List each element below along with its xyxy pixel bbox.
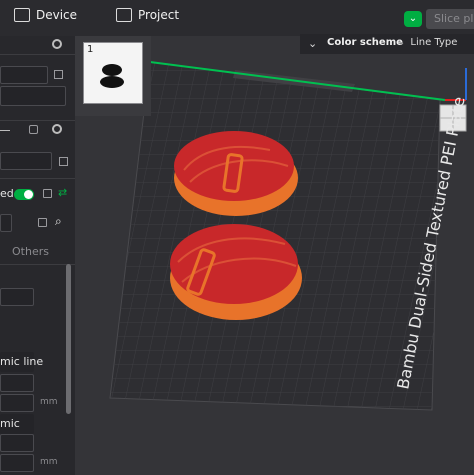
setting-input-5[interactable] bbox=[0, 454, 34, 472]
divider bbox=[0, 120, 75, 121]
color-scheme-bar: ⌄ Color scheme Line Type bbox=[300, 34, 474, 54]
advanced-toggle-label: ed bbox=[0, 187, 14, 200]
advanced-toggle[interactable] bbox=[14, 189, 34, 200]
setting-select-1-value: mic line bbox=[0, 355, 44, 368]
divider bbox=[0, 54, 75, 55]
color-scheme-label: Color scheme bbox=[327, 37, 403, 48]
tab-project[interactable]: Project bbox=[116, 8, 179, 22]
printer-settings-gear-icon[interactable] bbox=[52, 39, 62, 49]
divider bbox=[0, 264, 75, 265]
tab-device-label: Device bbox=[36, 8, 78, 22]
setting-input-3[interactable] bbox=[0, 394, 34, 412]
plate-type-select[interactable] bbox=[0, 86, 66, 106]
model-object-1[interactable] bbox=[174, 131, 298, 216]
model-object-2[interactable] bbox=[170, 224, 302, 320]
unit-label: mm bbox=[40, 457, 58, 467]
edit-printer-icon[interactable] bbox=[54, 70, 63, 79]
slice-plate-button[interactable]: Slice pla bbox=[426, 9, 474, 29]
divider bbox=[0, 178, 75, 179]
search-icon[interactable]: ⌕ bbox=[55, 214, 62, 229]
printer-select[interactable] bbox=[0, 66, 48, 84]
filament-select[interactable] bbox=[0, 152, 52, 170]
slice-dropdown-toggle[interactable]: ⌄ bbox=[404, 11, 422, 27]
tab-project-label: Project bbox=[138, 8, 180, 22]
unit-label: mm bbox=[40, 397, 58, 407]
plate-thumbnail[interactable]: 1 bbox=[83, 42, 143, 104]
device-icon bbox=[14, 8, 30, 22]
setting-select-1[interactable]: mic line bbox=[0, 352, 43, 372]
setting-input-2[interactable] bbox=[0, 374, 34, 392]
top-bar: Device Project ⌄ Slice pla bbox=[0, 0, 474, 37]
process-list-icon[interactable] bbox=[43, 189, 52, 198]
setting-input-4[interactable] bbox=[0, 434, 34, 452]
project-icon bbox=[116, 8, 132, 22]
setting-select-2-value: mic bbox=[0, 417, 20, 430]
setting-select-2[interactable]: mic bbox=[0, 414, 34, 434]
color-scheme-select[interactable]: Line Type bbox=[397, 37, 457, 48]
save-icon[interactable] bbox=[38, 218, 47, 227]
tab-device[interactable]: Device bbox=[14, 8, 77, 22]
filament-gear-icon[interactable] bbox=[52, 124, 62, 134]
filament-settings-icon[interactable] bbox=[29, 125, 38, 134]
tab-others[interactable]: Others bbox=[12, 245, 49, 258]
search-field[interactable] bbox=[0, 214, 12, 232]
edit-filament-icon[interactable] bbox=[59, 157, 68, 166]
plate-thumbnail-panel: 1 bbox=[75, 36, 151, 116]
collapse-dash-icon[interactable] bbox=[0, 130, 10, 131]
collapse-chevron-icon[interactable]: ⌄ bbox=[308, 37, 317, 50]
setting-input-1[interactable] bbox=[0, 288, 34, 306]
sidebar-scrollbar[interactable] bbox=[66, 264, 71, 414]
compare-icon[interactable]: ⇄ bbox=[58, 186, 67, 199]
settings-sidebar: ed ⇄ ⌕ Others mic line mm mic mm bbox=[0, 36, 75, 475]
